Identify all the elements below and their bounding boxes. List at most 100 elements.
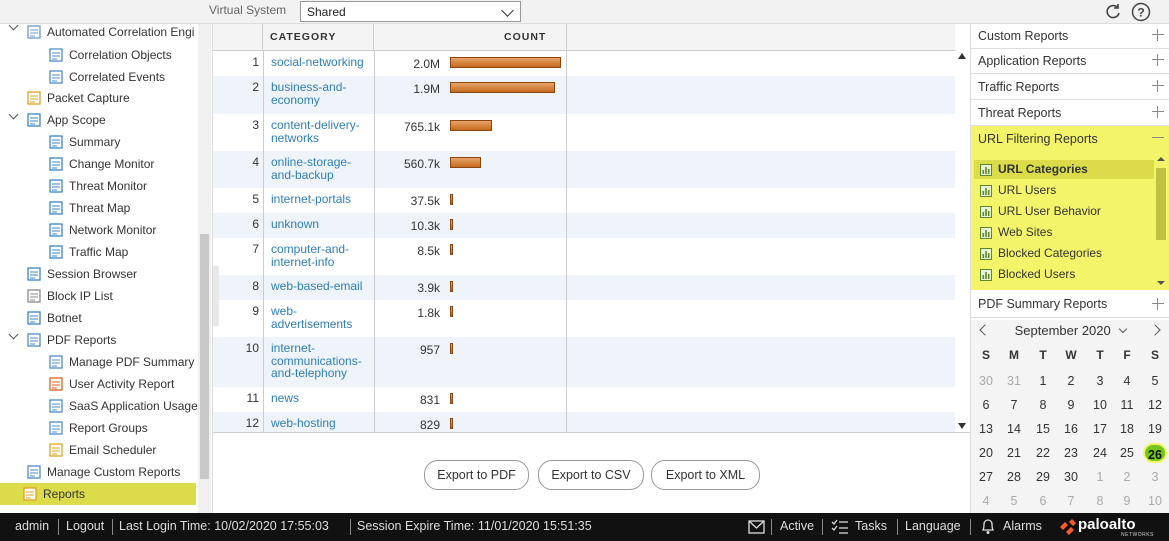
table-row[interactable]: 9 web-advertisements 1.8k — [213, 300, 955, 337]
section-url-filtering-reports[interactable]: URL Filtering Reports — [971, 126, 1169, 153]
sidebar-item-automated-correlation-engi[interactable]: Automated Correlation Engi — [26, 24, 194, 43]
export-csv-button[interactable]: Export to CSV — [538, 460, 644, 490]
calendar-day-today[interactable]: 26 — [1143, 443, 1167, 463]
category-link[interactable]: web-advertisements — [271, 305, 371, 330]
sidebar-item-traffic-map[interactable]: Traffic Map — [48, 241, 128, 263]
sidebar-item-threat-monitor[interactable]: Threat Monitor — [48, 175, 147, 197]
report-item-url-user-behavior[interactable]: URL User Behavior — [974, 202, 1154, 221]
section-application-reports[interactable]: Application Reports — [971, 49, 1169, 74]
expand-icon[interactable] — [1152, 54, 1164, 66]
calendar-day[interactable]: 28 — [1000, 467, 1028, 487]
calendar-day[interactable]: 13 — [972, 419, 1000, 439]
calendar-day[interactable]: 30 — [972, 371, 1000, 391]
report-list-scrollbar-thumb[interactable] — [1156, 168, 1166, 240]
calendar-day[interactable]: 22 — [1029, 443, 1057, 463]
alarms-link[interactable]: Alarms — [1003, 519, 1042, 533]
calendar-month[interactable]: September 2020 — [971, 320, 1169, 342]
sidebar-item-email-scheduler[interactable]: Email Scheduler — [48, 439, 156, 461]
table-row[interactable]: 3 content-delivery-networks 765.1k — [213, 114, 955, 151]
calendar-day[interactable]: 10 — [1086, 395, 1114, 415]
calendar-day[interactable]: 10 — [1141, 491, 1169, 511]
category-link[interactable]: web-hosting — [271, 417, 371, 430]
category-link[interactable]: social-networking — [271, 56, 371, 69]
scroll-down-icon[interactable] — [958, 423, 966, 429]
category-link[interactable]: web-based-email — [271, 280, 371, 293]
language-link[interactable]: Language — [905, 519, 961, 533]
export-xml-button[interactable]: Export to XML — [651, 460, 760, 490]
calendar-day[interactable]: 4 — [1113, 371, 1141, 391]
calendar-day[interactable]: 9 — [1057, 395, 1085, 415]
sidebar-item-saas-application-usage[interactable]: SaaS Application Usage — [48, 395, 198, 417]
sidebar-item-report-groups[interactable]: Report Groups — [48, 417, 148, 439]
section-custom-reports[interactable]: Custom Reports — [971, 24, 1169, 49]
calendar-day[interactable]: 21 — [1000, 443, 1028, 463]
column-count[interactable]: COUNT — [374, 24, 567, 51]
report-list-scrollbar[interactable] — [1154, 152, 1168, 290]
calendar-day[interactable]: 20 — [972, 443, 1000, 463]
virtual-system-select[interactable]: Shared — [300, 1, 521, 22]
calendar-day[interactable]: 17 — [1086, 419, 1114, 439]
calendar-day[interactable]: 12 — [1141, 395, 1169, 415]
calendar-day[interactable]: 2 — [1057, 371, 1085, 391]
scroll-up-icon[interactable] — [1154, 154, 1168, 164]
chevron-down-icon[interactable] — [8, 109, 19, 120]
sidebar-item-change-monitor[interactable]: Change Monitor — [48, 153, 154, 175]
calendar-day[interactable]: 8 — [1029, 395, 1057, 415]
sidebar-item-block-ip-list[interactable]: Block IP List — [26, 285, 113, 307]
category-link[interactable]: online-storage-and-backup — [271, 156, 371, 181]
sidebar-item-user-activity-report[interactable]: User Activity Report — [48, 373, 174, 395]
calendar-day[interactable]: 30 — [1057, 467, 1085, 487]
sidebar-item-manage-custom-reports[interactable]: Manage Custom Reports — [26, 461, 180, 483]
calendar-day[interactable]: 24 — [1086, 443, 1114, 463]
calendar-day[interactable]: 7 — [1000, 395, 1028, 415]
mail-icon[interactable] — [748, 520, 765, 534]
table-row[interactable]: 4 online-storage-and-backup 560.7k — [213, 151, 955, 188]
sidebar-collapse-handle[interactable] — [213, 266, 219, 326]
category-link[interactable]: internet-communications-and-telephony — [271, 342, 371, 380]
calendar-day[interactable]: 4 — [972, 491, 1000, 511]
sidebar-item-pdf-reports[interactable]: PDF Reports — [26, 329, 116, 351]
calendar-day[interactable]: 6 — [972, 395, 1000, 415]
sidebar-item-reports[interactable]: Reports — [0, 483, 196, 505]
expand-icon[interactable] — [1152, 298, 1164, 310]
calendar-day[interactable]: 31 — [1000, 371, 1028, 391]
section-threat-reports[interactable]: Threat Reports — [971, 101, 1169, 126]
calendar-day[interactable]: 27 — [972, 467, 1000, 487]
table-row[interactable]: 8 web-based-email 3.9k — [213, 275, 955, 300]
category-link[interactable]: content-delivery-networks — [271, 119, 371, 144]
category-link[interactable]: computer-and-internet-info — [271, 243, 371, 268]
tasks-icon[interactable] — [831, 519, 849, 535]
report-item-url-categories[interactable]: URL Categories — [974, 160, 1154, 179]
refresh-icon[interactable] — [1103, 2, 1123, 22]
sidebar-item-manage-pdf-summary[interactable]: Manage PDF Summary — [48, 351, 194, 373]
chevron-down-icon[interactable] — [8, 24, 19, 31]
scroll-down-icon[interactable] — [1154, 278, 1168, 288]
calendar-day[interactable]: 18 — [1113, 419, 1141, 439]
report-item-web-sites[interactable]: Web Sites — [974, 223, 1154, 242]
table-row[interactable]: 7 computer-and-internet-info 8.5k — [213, 238, 955, 275]
table-row[interactable]: 2 business-and-economy 1.9M — [213, 76, 955, 114]
scroll-up-icon[interactable] — [958, 53, 966, 59]
calendar-day[interactable]: 3 — [1086, 371, 1114, 391]
sidebar-item-correlated-events[interactable]: Correlated Events — [48, 66, 165, 88]
sidebar-scrollbar[interactable] — [198, 24, 211, 513]
calendar-day[interactable]: 1 — [1086, 467, 1114, 487]
sidebar-item-session-browser[interactable]: Session Browser — [26, 263, 137, 285]
calendar-day[interactable]: 6 — [1029, 491, 1057, 511]
expand-icon[interactable] — [1152, 80, 1164, 92]
table-row[interactable]: 6 unknown 10.3k — [213, 213, 955, 238]
sidebar-scrollbar-thumb[interactable] — [200, 234, 209, 479]
logout-link[interactable]: Logout — [66, 519, 104, 533]
calendar-day[interactable]: 16 — [1057, 419, 1085, 439]
table-row[interactable]: 11 news 831 — [213, 387, 955, 412]
sidebar-item-network-monitor[interactable]: Network Monitor — [48, 219, 156, 241]
sidebar-item-app-scope[interactable]: App Scope — [26, 109, 106, 131]
category-link[interactable]: news — [271, 392, 371, 405]
report-item-blocked-categories[interactable]: Blocked Categories — [974, 244, 1154, 263]
sidebar-item-summary[interactable]: Summary — [48, 131, 120, 153]
tasks-link[interactable]: Tasks — [855, 519, 887, 533]
section-pdf-summary-reports[interactable]: PDF Summary Reports — [971, 290, 1169, 318]
calendar-day[interactable]: 9 — [1113, 491, 1141, 511]
sidebar-item-correlation-objects[interactable]: Correlation Objects — [48, 44, 172, 66]
chevron-down-icon[interactable] — [8, 329, 19, 340]
